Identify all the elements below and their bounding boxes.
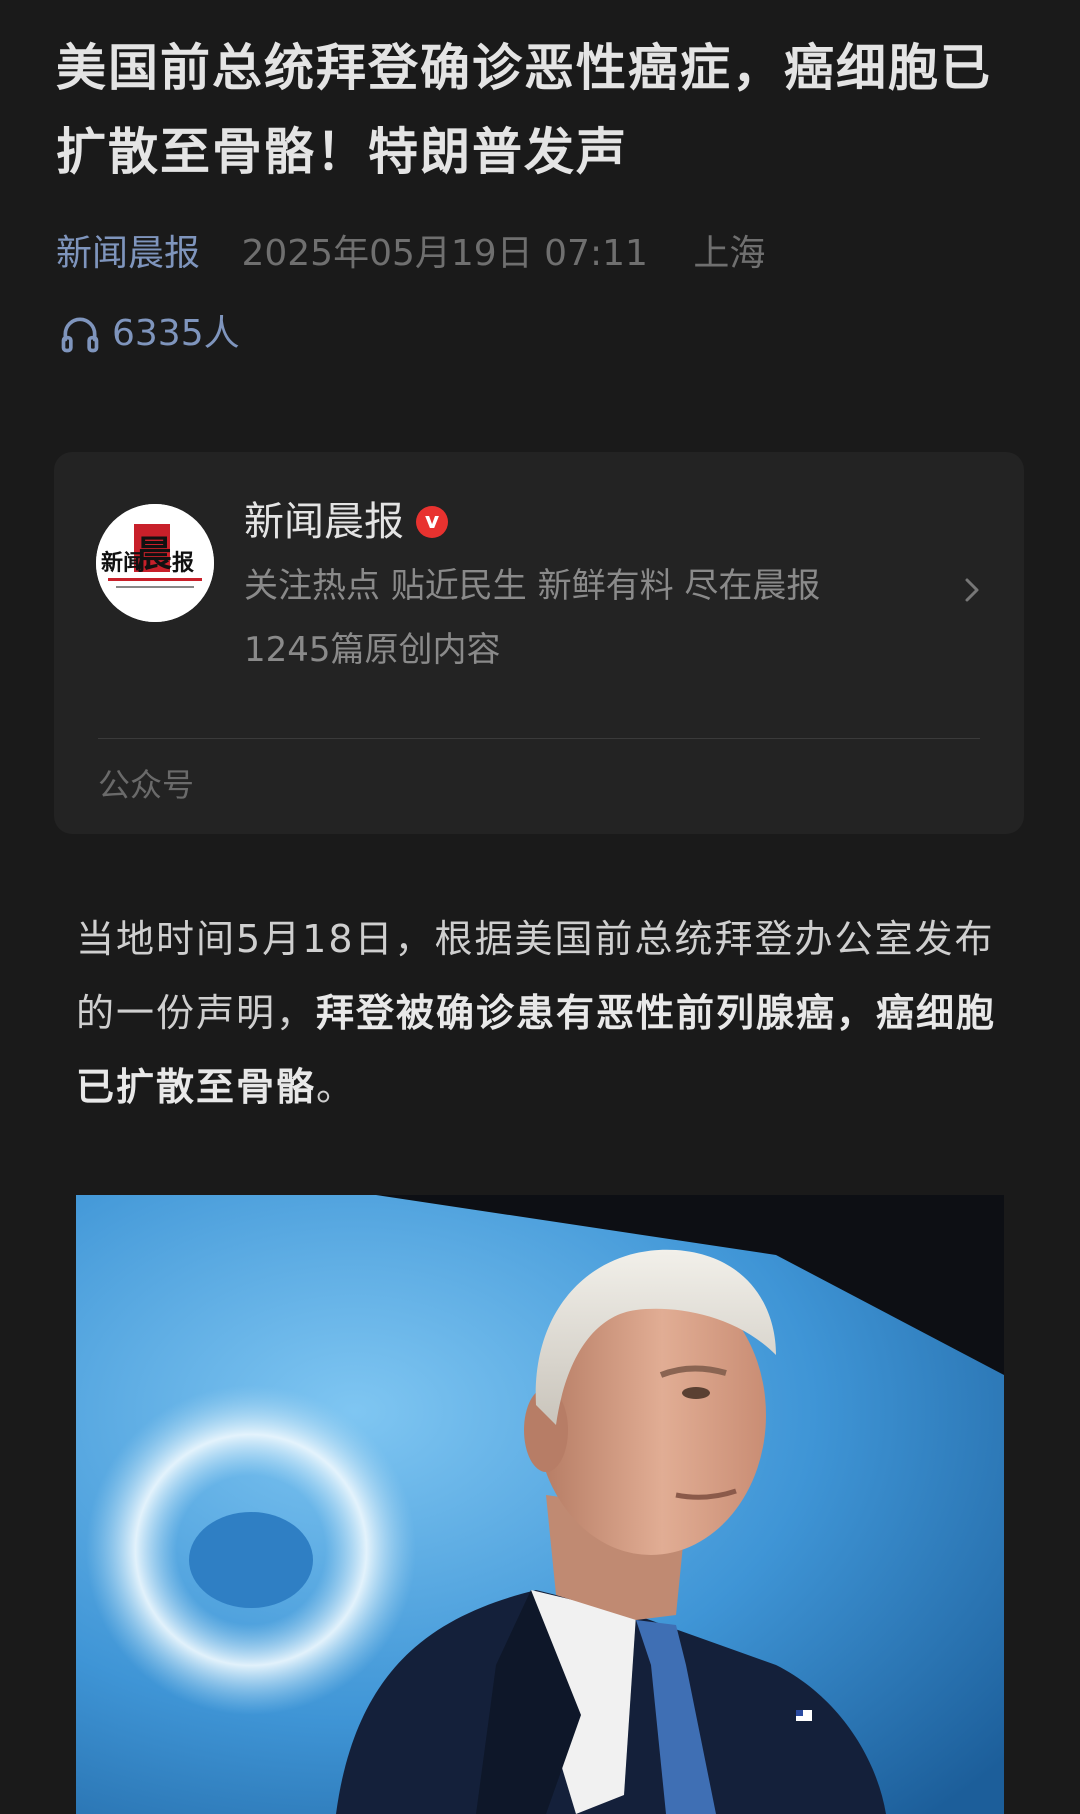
newspaper-logo: 新闻 晨 报 xyxy=(96,504,214,622)
verified-icon: v xyxy=(416,506,448,538)
account-original-count: 1245篇原创内容 xyxy=(244,630,501,670)
article-photo[interactable] xyxy=(76,1195,1004,1814)
account-name[interactable]: 新闻晨报 v xyxy=(244,494,448,550)
svg-text:晨: 晨 xyxy=(136,533,172,575)
paragraph-end: 。 xyxy=(316,1065,357,1109)
article-meta: 新闻晨报 2025年05月19日 07:11 上海 xyxy=(56,228,765,280)
article-title: 美国前总统拜登确诊恶性癌症，癌细胞已扩散至骨骼！特朗普发声 xyxy=(56,39,992,181)
chevron-right-icon[interactable] xyxy=(960,570,984,610)
photo-illustration xyxy=(76,1195,1004,1814)
listener-count: 6335人 xyxy=(112,313,240,354)
account-name-text: 新闻晨报 xyxy=(244,499,404,545)
listen-button[interactable]: 6335人 xyxy=(58,308,240,360)
account-card[interactable]: 新闻 晨 报 新闻晨报 v 关注热点 贴近民生 新鲜有料 尽在晨报 1245篇原… xyxy=(54,452,1024,834)
publish-location: 上海 xyxy=(693,233,766,274)
account-description: 关注热点 贴近民生 新鲜有料 尽在晨报 xyxy=(244,566,821,606)
svg-text:报: 报 xyxy=(172,550,194,576)
source-link[interactable]: 新闻晨报 xyxy=(56,233,200,274)
publish-date: 2025年05月19日 07:11 xyxy=(241,233,648,274)
headphones-icon xyxy=(61,317,99,353)
article-paragraph: 当地时间5月18日，根据美国前总统拜登办公室发布的一份声明，拜登被确诊患有恶性前… xyxy=(76,902,1006,1124)
account-avatar[interactable]: 新闻 晨 报 xyxy=(96,504,214,622)
account-type-label: 公众号 xyxy=(98,766,195,804)
card-divider xyxy=(98,738,980,739)
